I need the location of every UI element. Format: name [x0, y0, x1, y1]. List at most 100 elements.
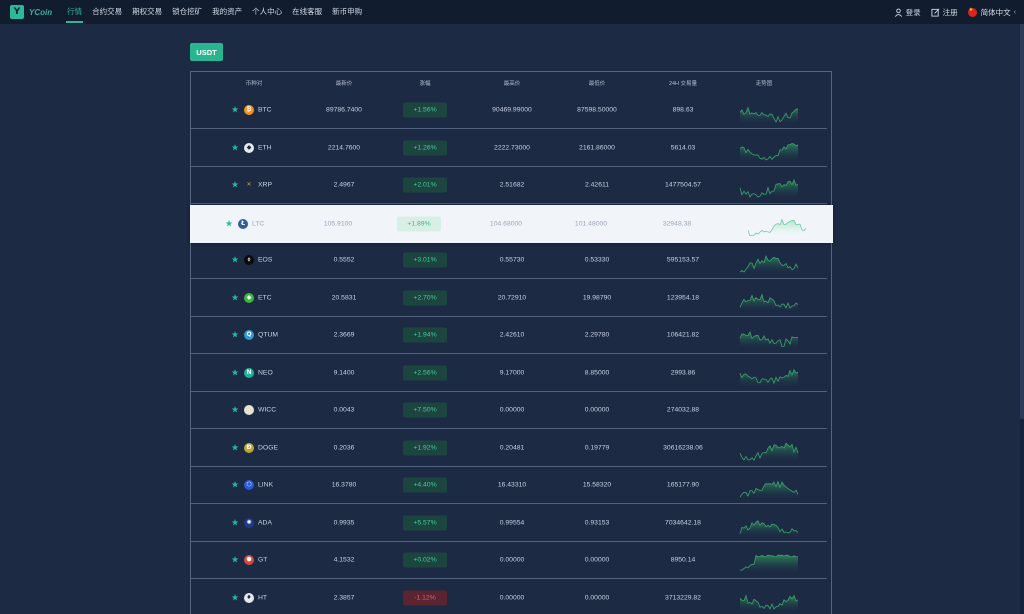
- register-link[interactable]: 注册: [931, 7, 958, 18]
- litecoin-icon: Ł: [238, 218, 248, 229]
- favorite-star-icon[interactable]: ★: [231, 442, 239, 453]
- high-price: 104.68000: [489, 220, 523, 227]
- login-label: 登录: [905, 7, 921, 17]
- table-row[interactable]: ★ ♦ HT 2.3857 -1.12% 0.00000 0.00000 3713229.82: [191, 580, 827, 614]
- logo[interactable]: Y YCoin: [10, 5, 52, 19]
- table-row[interactable]: ★ Q QTUM 2.3669 +1.94% 2.42610 2.29780 106421.8…: [191, 317, 827, 354]
- table-row[interactable]: ★ ◆ ETC 20.5831 +2.70% 20.72910 19.98790 123954…: [191, 280, 827, 317]
- favorite-star-icon[interactable]: ★: [231, 180, 239, 191]
- table-row[interactable]: ★ ⬢ GT 4.1532 +0.02% 0.00000 0.00000 8950.14: [191, 542, 827, 579]
- ethereum-classic-icon: ◆: [244, 292, 254, 303]
- nav-item[interactable]: 行情: [62, 0, 87, 24]
- favorite-star-icon[interactable]: ★: [231, 517, 239, 528]
- trend-sparkline: [739, 519, 799, 537]
- low-price: 87598.50000: [577, 106, 617, 114]
- change-badge: +1.92%: [403, 440, 447, 455]
- trend-sparkline: [739, 106, 799, 124]
- table-row[interactable]: ★ Ð DOGE 0.2036 +1.92% 0.20481 0.19779 30616238…: [191, 430, 827, 467]
- latest-price: 9.1400: [333, 369, 355, 376]
- volume-24h: 595153.57: [666, 256, 700, 264]
- latest-price: 16.3780: [331, 481, 357, 489]
- favorite-star-icon[interactable]: ★: [231, 255, 239, 266]
- table-row[interactable]: ★ ◆ ETH 2214.7600 +1.26% 2222.73000 2161.86000…: [191, 130, 827, 167]
- volume-24h: 1477504.57: [665, 181, 701, 189]
- table-row[interactable]: ★ ₿ BTC 89786.7400 +1.56% 90469.99000 87598.50…: [191, 92, 827, 129]
- trend-sparkline: [739, 480, 799, 499]
- logo-text: YCoin: [29, 7, 53, 17]
- coin-symbol: EOS: [258, 256, 273, 264]
- latest-price: 4.1532: [333, 556, 355, 564]
- change-badge: +7.50%: [403, 402, 447, 418]
- nav-item[interactable]: 个人中心: [247, 0, 287, 24]
- gatetoken-icon: ⬢: [244, 555, 254, 565]
- nav-item[interactable]: 期权交易: [127, 0, 167, 24]
- scrollbar-thumb[interactable]: [1020, 24, 1024, 419]
- table-row[interactable]: ★ ⬨ EOS 0.5552 +3.01% 0.55730 0.53330 595153.57: [191, 242, 827, 279]
- nav-item[interactable]: 合约交易: [87, 0, 127, 24]
- change-badge: +2.70%: [403, 290, 447, 305]
- high-price: 0.55730: [499, 256, 525, 264]
- favorite-star-icon[interactable]: ★: [231, 105, 239, 116]
- page-scrollbar[interactable]: [1020, 24, 1024, 614]
- nav-item[interactable]: 新币申购: [327, 0, 367, 24]
- volume-24h: 7034642.18: [665, 519, 701, 526]
- coin-symbol: QTUM: [258, 331, 279, 339]
- table-row[interactable]: ★ WICC 0.0043 +7.50% 0.00000 0.00000 274032.88: [191, 392, 827, 429]
- column-header: 最低价: [588, 81, 606, 87]
- nav-item[interactable]: 在线客服: [287, 0, 327, 24]
- low-price: 8.85000: [584, 369, 610, 376]
- favorite-star-icon[interactable]: ★: [231, 367, 239, 378]
- usdt-market-tab[interactable]: USDT: [190, 43, 223, 61]
- table-row[interactable]: ★ ✕ XRP 2.4967 +2.01% 2.51682 2.42611 1477504.5…: [191, 167, 827, 204]
- coin-symbol: LINK: [258, 481, 274, 489]
- high-price: 0.99554: [499, 519, 525, 526]
- coin-symbol: DOGE: [258, 444, 279, 451]
- low-price: 0.00000: [584, 406, 610, 414]
- high-price: 9.17000: [499, 369, 525, 376]
- volume-24h: 106421.82: [666, 331, 700, 339]
- favorite-star-icon[interactable]: ★: [231, 330, 239, 341]
- china-flag-icon: [967, 7, 977, 17]
- favorite-star-icon[interactable]: ★: [231, 592, 239, 603]
- change-badge: +1.94%: [403, 327, 447, 343]
- favorite-star-icon[interactable]: ★: [231, 292, 239, 303]
- volume-24h: 165177.90: [666, 481, 700, 489]
- high-price: 0.20481: [499, 444, 525, 451]
- favorite-star-icon[interactable]: ★: [231, 480, 239, 491]
- high-price: 16.43310: [497, 481, 527, 489]
- low-price: 2.42611: [584, 181, 610, 189]
- favorite-star-icon[interactable]: ★: [225, 218, 233, 229]
- latest-price: 2.4967: [333, 181, 355, 189]
- table-row[interactable]: ★ N NEO 9.1400 +2.56% 9.17000 8.85000 2993.86: [191, 355, 827, 392]
- table-header: 币种对 最新价 涨幅 最高价 最低价 24H 交易量 走势图: [191, 72, 831, 92]
- nav-menu: 行情 合约交易 期权交易 锁仓挖矿 我的资产 个人中心 在线客服 新币申购: [62, 0, 367, 24]
- coin-symbol: HT: [258, 594, 268, 601]
- high-price: 0.00000: [499, 406, 525, 414]
- sparkline-area: [748, 219, 806, 238]
- table-row[interactable]: ★ Ł LTC 105.9100 +1.89% 104.68000 101.48000 329…: [190, 204, 833, 243]
- nav-item[interactable]: 锁仓挖矿: [167, 0, 207, 24]
- volume-24h: 30616238.06: [663, 444, 703, 451]
- favorite-star-icon[interactable]: ★: [231, 405, 239, 416]
- latest-price: 89786.7400: [326, 106, 362, 114]
- latest-price: 0.2036: [333, 444, 355, 451]
- table-row[interactable]: ★ ✺ ADA 0.9935 +5.57% 0.99554 0.93153 7034642.1…: [191, 505, 827, 542]
- table-row[interactable]: ★ ⬡ LINK 16.3780 +4.40% 16.43310 15.58320 16517…: [191, 467, 827, 504]
- favorite-star-icon[interactable]: ★: [231, 555, 239, 566]
- chainlink-icon: ⬡: [244, 480, 254, 490]
- coin-symbol: XRP: [258, 181, 272, 189]
- column-header: 最高价: [503, 81, 521, 87]
- change-badge: -1.12%: [403, 590, 447, 605]
- login-link[interactable]: 登录: [894, 7, 921, 18]
- nav-item[interactable]: 我的资产: [207, 0, 247, 24]
- latest-price: 2214.7600: [327, 144, 361, 151]
- trend-sparkline: [739, 330, 799, 349]
- coin-symbol: ETC: [258, 294, 272, 301]
- column-header: 最新价: [335, 81, 353, 87]
- change-badge: +0.02%: [403, 552, 447, 568]
- change-badge: +2.56%: [403, 365, 447, 380]
- low-price: 0.53330: [584, 256, 610, 264]
- language-selector[interactable]: 简体中文 ‹: [967, 7, 1016, 18]
- favorite-star-icon[interactable]: ★: [231, 142, 239, 153]
- change-badge: +1.56%: [403, 102, 447, 118]
